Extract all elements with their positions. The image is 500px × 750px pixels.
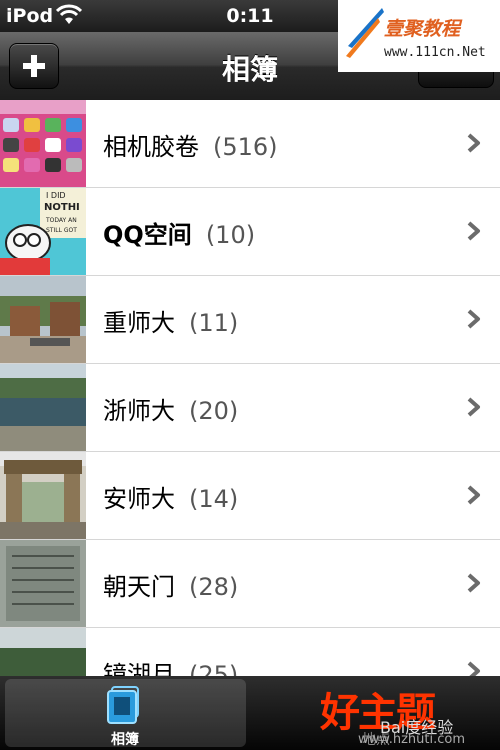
album-list: 相机胶卷 (516) I DID NOTHI TODAY AN STILL GOT… [0,100,500,676]
chevron-right-icon [467,397,480,417]
album-thumbnail [0,100,86,187]
album-thumbnail [0,452,86,539]
chevron-right-icon [467,661,480,676]
album-count: (10) [205,221,256,249]
album-count: (20) [189,397,239,425]
chevron-right-icon [467,485,480,505]
album-count: (14) [189,485,239,513]
watermark-111cn: 壹聚教程 www.111cn.Net [338,0,500,72]
svg-text:TODAY AN: TODAY AN [45,217,77,224]
album-name: 相机胶卷 [103,133,199,161]
albums-icon [107,686,139,724]
chevron-right-icon [467,309,480,329]
album-row[interactable]: 浙师大 (20) [0,364,500,452]
album-name: 朝天门 [103,573,175,601]
watermark-hzhuti: 好主题 Bai度经验 www.hzhuti.com [320,680,465,747]
album-name: 镜湖月 [103,661,175,676]
album-name: 重师大 [103,309,175,337]
watermark-url: www.hzhuti.com [358,732,465,747]
album-row[interactable]: I DID NOTHI TODAY AN STILL GOT QQ空间 (10) [0,188,500,276]
svg-text:NOTHI: NOTHI [44,202,80,213]
album-thumbnail [0,276,86,363]
album-count: (28) [189,573,239,601]
chevron-right-icon [467,133,480,153]
album-row[interactable]: 镜湖月 (25) [0,628,500,676]
album-thumbnail: I DID NOTHI TODAY AN STILL GOT [0,188,86,275]
album-row[interactable]: 朝天门 (28) [0,540,500,628]
album-name: 安师大 [103,485,175,513]
chevron-right-icon [467,221,480,241]
watermark-title: 壹聚教程 [384,18,461,40]
album-name: 浙师大 [103,397,175,425]
album-row[interactable]: 相机胶卷 (516) [0,100,500,188]
album-count: (25) [189,661,239,676]
chevron-right-icon [467,573,480,593]
album-count: (516) [213,133,278,161]
album-thumbnail [0,628,86,676]
album-row[interactable]: 安师大 (14) [0,452,500,540]
svg-text:I DID: I DID [46,191,66,200]
svg-text:STILL GOT: STILL GOT [46,227,77,234]
album-thumbnail [0,364,86,451]
album-thumbnail [0,540,86,627]
album-row[interactable]: 重师大 (11) [0,276,500,364]
album-count: (11) [189,309,239,337]
watermark-logo-icon [346,8,384,58]
tab-albums-label: 相簿 [111,732,139,748]
watermark-url: www.111cn.Net [384,45,486,60]
album-name: QQ空间 [103,221,192,249]
